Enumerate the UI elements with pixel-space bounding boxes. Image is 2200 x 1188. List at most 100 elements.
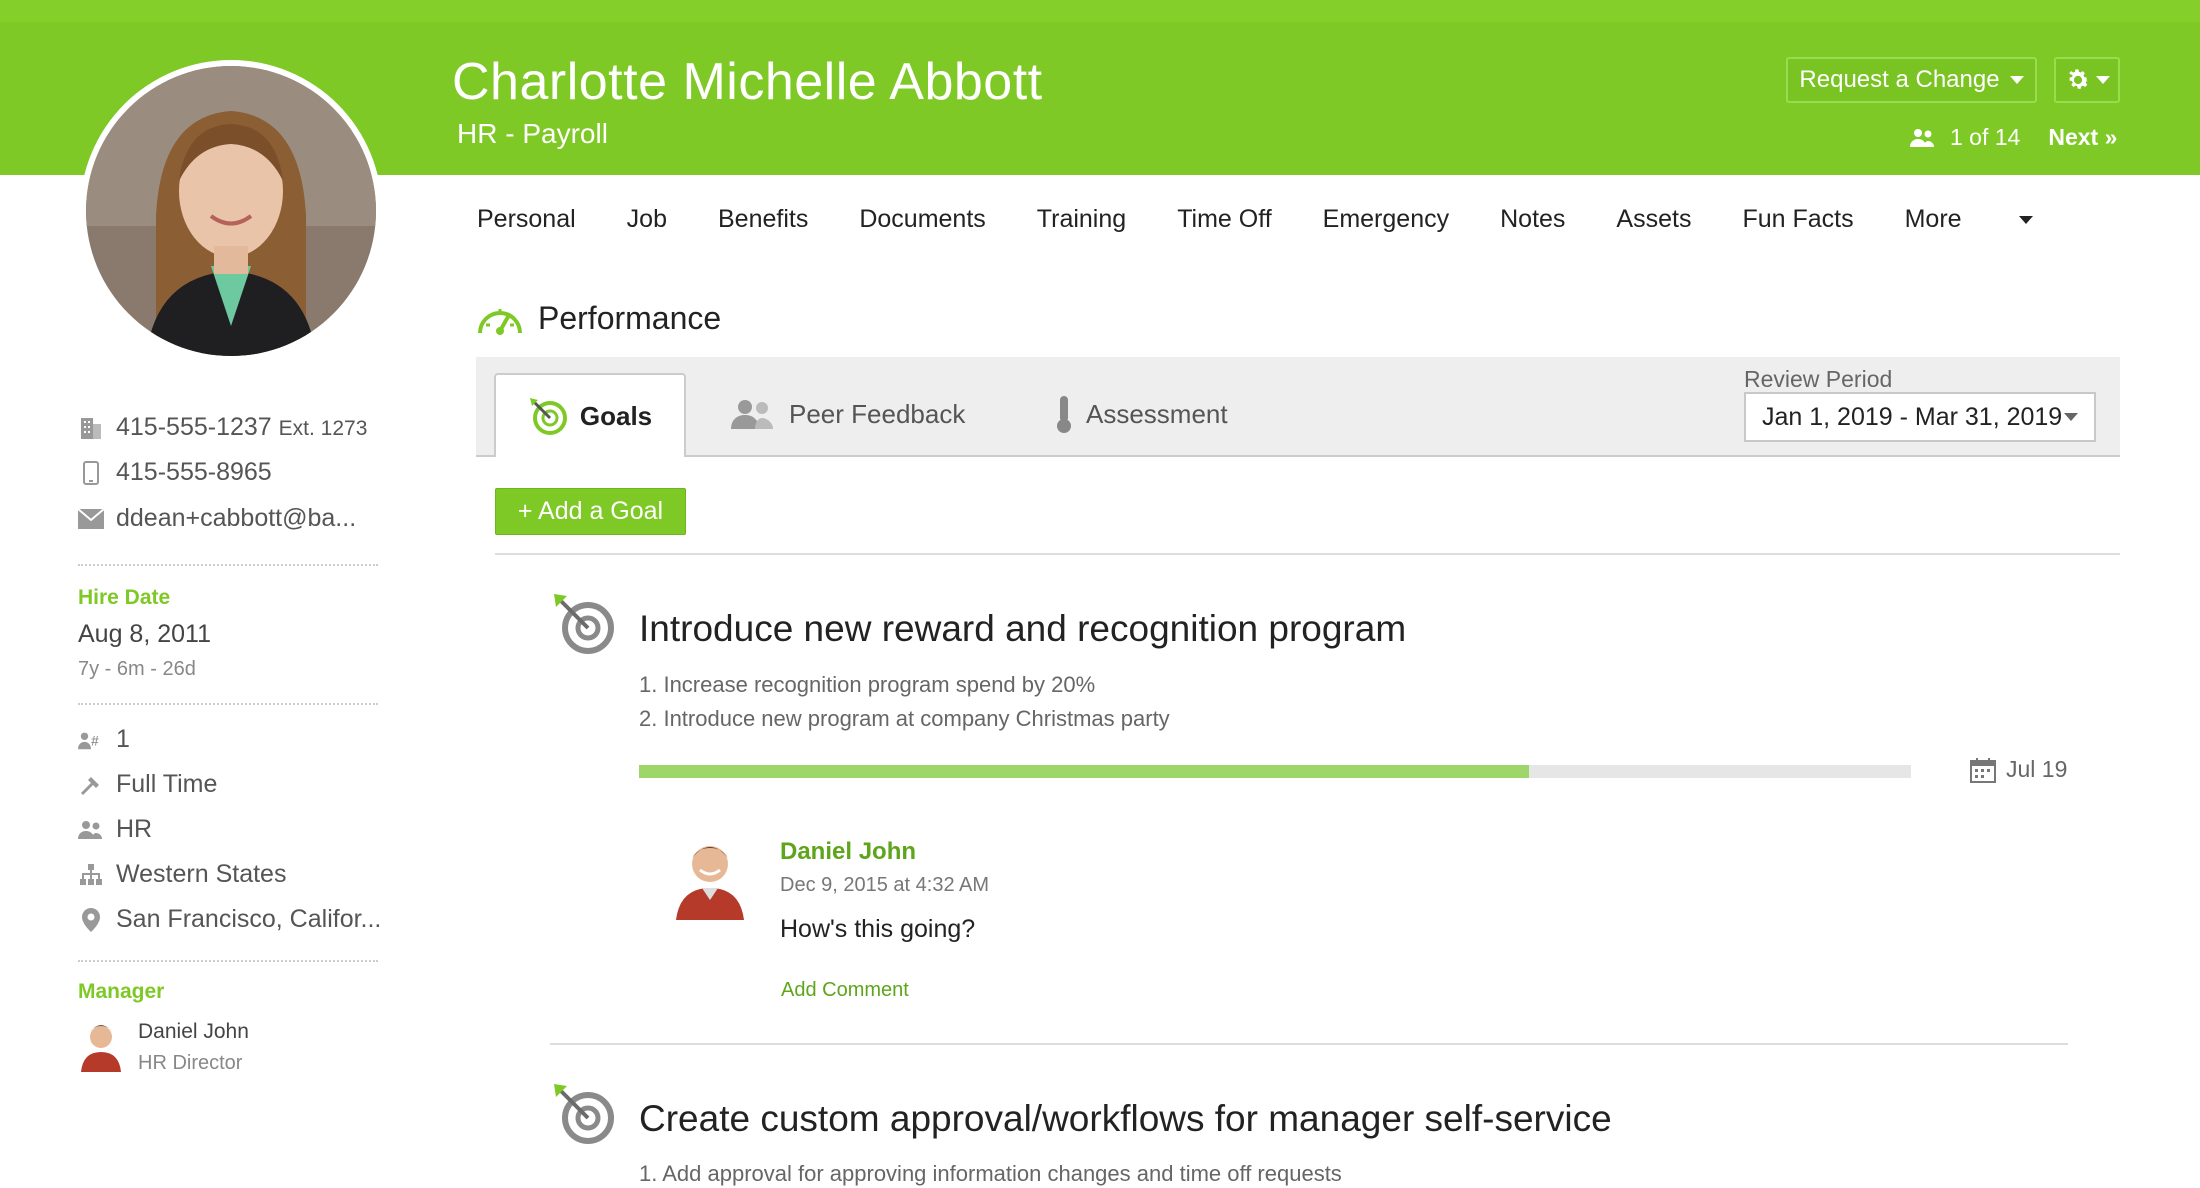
tab-peer-feedback-label: Peer Feedback [789,398,966,429]
comment-author[interactable]: Daniel John [780,838,916,866]
chevron-down-icon [2096,76,2110,84]
section-divider [495,553,2120,555]
people-icon [78,817,104,843]
tab-peer-feedback[interactable]: Peer Feedback [729,373,965,455]
request-change-button[interactable]: Request a Change [1786,57,2037,103]
location: San Francisco, Califor... [78,905,381,934]
manager-avatar[interactable] [78,1020,124,1072]
profile-nav: Personal Job Benefits Documents Training… [477,205,2135,234]
mobile-phone-number: 415-555-8965 [116,458,272,486]
hire-date-value: Aug 8, 2011 [78,620,211,648]
employee-photo [80,60,382,362]
employee-number-icon: # [78,727,104,753]
work-phone: 415-555-1237 Ext. 1273 [78,413,367,442]
gear-icon [2069,69,2089,89]
tab-personal[interactable]: Personal [477,205,576,234]
tenure: 7y - 6m - 26d [78,658,196,680]
work-phone-ext: Ext. 1273 [278,417,368,440]
people-icon [731,400,773,429]
department: HR [78,815,152,844]
next-employee-link[interactable]: Next » [2048,124,2117,151]
add-comment-link[interactable]: Add Comment [781,979,909,1002]
section-title-text: Performance [538,300,722,336]
tab-time-off[interactable]: Time Off [1177,205,1271,234]
manager-title: HR Director [138,1052,243,1074]
goal-description-line: 1. Increase recognition program spend by… [639,672,1096,697]
tab-training[interactable]: Training [1037,205,1126,234]
comment-text: How's this going? [780,915,976,943]
tab-job[interactable]: Job [627,205,667,234]
thermometer-icon [1057,396,1071,433]
tab-assessment[interactable]: Assessment [1054,373,1228,455]
org-chart-icon [78,862,104,888]
tab-emergency[interactable]: Emergency [1323,205,1449,234]
comment-date: Dec 9, 2015 at 4:32 AM [780,874,990,896]
tab-assets[interactable]: Assets [1616,205,1691,234]
tab-assessment-label: Assessment [1086,398,1228,429]
review-period-select[interactable]: Jan 1, 2019 - Mar 31, 2019 [1744,392,2096,442]
chevron-down-icon [2064,413,2078,421]
goal-target-icon [554,1084,614,1144]
email-address: ddean+cabbott@ba... [116,504,357,532]
employment-type: Full Time [78,770,217,799]
tab-documents[interactable]: Documents [859,205,985,234]
building-icon [78,415,104,441]
email[interactable]: ddean+cabbott@ba... [78,504,356,533]
goal-title[interactable]: Create custom approval/workflows for man… [639,1098,1612,1140]
map-pin-icon [78,907,104,933]
goal-progress-fill [639,765,1530,778]
tab-notes[interactable]: Notes [1500,205,1565,234]
goal-due-date-value: Jul 19 [2006,756,2068,782]
division-value: Western States [116,860,287,888]
envelope-icon [78,506,104,532]
tab-benefits[interactable]: Benefits [718,205,808,234]
division: Western States [78,860,286,889]
employment-type-value: Full Time [116,770,218,798]
section-title: Performance [476,300,721,337]
add-goal-button[interactable]: + Add a Goal [495,488,686,535]
goal-title[interactable]: Introduce new reward and recognition pro… [639,608,1406,650]
department-value: HR [116,815,153,843]
settings-menu-button[interactable] [2054,57,2120,103]
tab-goals-label: Goals [579,400,653,431]
request-change-label: Request a Change [1799,66,2000,93]
chevron-down-icon [2018,215,2033,224]
sidebar-divider [78,703,378,705]
manager-label: Manager [78,980,165,1003]
goal-description-line: 1. Add approval for approving informatio… [639,1161,1342,1186]
chevron-down-icon [2009,76,2024,84]
manager-name[interactable]: Daniel John [138,1020,249,1044]
goal-divider [550,1043,2068,1045]
gauge-icon [478,308,522,335]
employee-number-value: 1 [116,725,130,753]
calendar-icon [1970,757,1996,783]
people-icon [1910,128,1934,147]
location-value: San Francisco, Califor... [116,905,382,933]
review-period-value: Jan 1, 2019 - Mar 31, 2019 [1762,402,2063,431]
review-period-label: Review Period [1744,366,1893,392]
tab-fun-facts[interactable]: Fun Facts [1742,205,1853,234]
goal-progress-bar [639,765,1911,778]
pager-count: 1 of 14 [1950,124,2021,150]
sidebar-divider [78,960,378,962]
target-icon [529,398,567,435]
more-label: More [1904,205,1962,233]
tab-more[interactable]: More [1905,205,2084,234]
tab-goals[interactable]: Goals [494,373,686,457]
goal-description-line: 2. Introduce new program at company Chri… [639,706,1170,731]
header-stripe [0,0,2200,22]
employee-department: HR - Payroll [457,118,608,149]
work-phone-number: 415-555-1237 [116,413,272,441]
hammer-icon [78,772,104,798]
employee-pager: 1 of 14 Next » [1910,124,2117,151]
employee-number: # 1 [78,725,130,754]
goal-target-icon [554,594,614,654]
sidebar-divider [78,564,378,566]
mobile-icon [78,460,104,486]
employee-name: Charlotte Michelle Abbott [452,53,1043,111]
comment-author-avatar[interactable] [672,836,748,920]
hire-date-label: Hire Date [78,586,171,609]
mobile-phone: 415-555-8965 [78,458,272,487]
svg-text:#: # [91,732,99,748]
goal-due-date: Jul 19 [1970,756,2067,783]
